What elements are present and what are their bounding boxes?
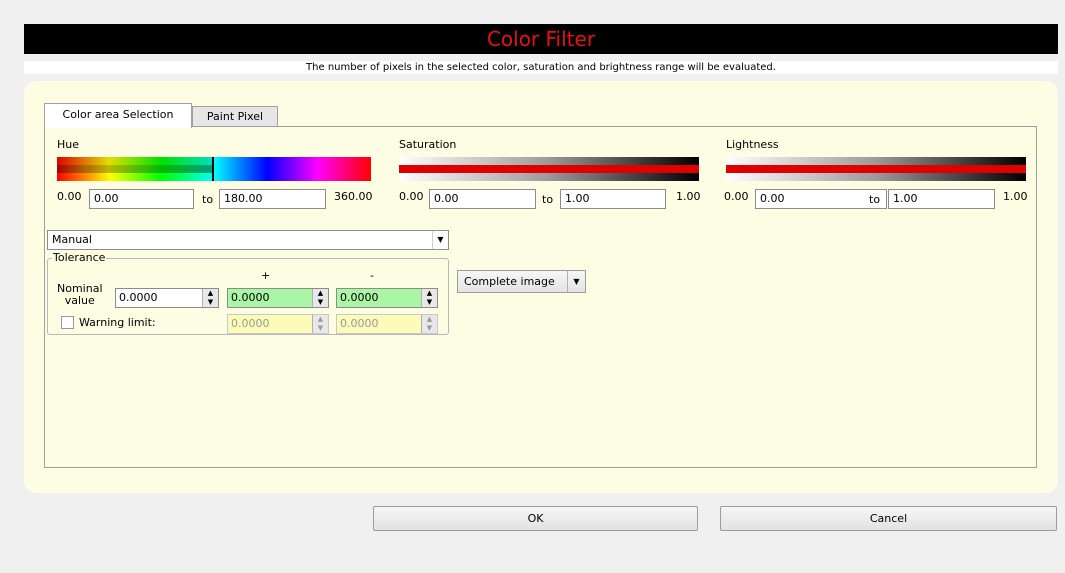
saturation-min-label: 0.00 [399,190,424,203]
warning-minus-spinner[interactable]: 0.0000 ▲ ▼ [336,314,438,334]
spinner-arrows-icon[interactable]: ▲ ▼ [312,289,328,307]
main-panel: Color area Selection Paint Pixel Hue 0.0… [24,81,1058,493]
tolerance-title: Tolerance [52,251,107,264]
chevron-down-icon[interactable]: ▼ [567,271,585,292]
saturation-to-label: to [542,193,554,206]
lightness-selected-range [726,165,1026,173]
hue-to-input[interactable]: 180.00 [219,189,326,209]
ok-button[interactable]: OK [373,506,698,531]
hue-range-marker[interactable] [212,157,214,181]
spinner-arrows-icon[interactable]: ▲ ▼ [312,315,328,333]
mode-select-value: Manual [52,233,92,246]
saturation-range-bar[interactable] [399,157,699,181]
spinner-arrows-icon[interactable]: ▲ ▼ [202,289,218,307]
lightness-max-label: 1.00 [1003,190,1028,203]
tab-color-area-selection[interactable]: Color area Selection [44,103,192,128]
tolerance-minus-header: - [370,269,374,282]
lightness-from-input[interactable]: 0.00 [755,189,887,209]
lightness-min-label: 0.00 [724,190,749,203]
cancel-button[interactable]: Cancel [720,506,1057,531]
tolerance-group: Tolerance + - Nominal value 0.0000 ▲ ▼ 0.… [47,251,449,335]
hue-min-label: 0.00 [57,190,82,203]
warning-limit-checkbox[interactable] [61,316,74,329]
spinner-arrows-icon[interactable]: ▲ ▼ [421,289,437,307]
chevron-down-icon[interactable]: ▼ [432,231,448,249]
nominal-value-spinner[interactable]: 0.0000 ▲ ▼ [115,288,219,308]
tolerance-plus-header: + [261,269,271,282]
warning-plus-spinner[interactable]: 0.0000 ▲ ▼ [227,314,329,334]
lightness-range-bar[interactable] [726,157,1026,181]
lightness-to-input[interactable]: 1.00 [888,189,995,209]
saturation-from-input[interactable]: 0.00 [429,189,536,209]
tab-paint-pixel[interactable]: Paint Pixel [192,106,278,127]
tolerance-plus-spinner[interactable]: 0.0000 ▲ ▼ [227,288,329,308]
hue-max-label: 360.00 [334,190,373,203]
saturation-to-input[interactable]: 1.00 [560,189,666,209]
saturation-max-label: 1.00 [676,190,701,203]
hue-range-bar[interactable] [57,157,371,181]
region-dropdown-value: Complete image [464,275,555,288]
saturation-selected-range [399,165,699,173]
tolerance-minus-spinner[interactable]: 0.0000 ▲ ▼ [336,288,438,308]
hue-label: Hue [57,138,80,151]
hue-to-label: to [202,193,214,206]
warning-limit-label: Warning limit: [79,316,156,329]
region-dropdown[interactable]: Complete image ▼ [457,270,586,293]
saturation-label: Saturation [399,138,457,151]
hue-from-input[interactable]: 0.00 [89,189,194,209]
spinner-arrows-icon[interactable]: ▲ ▼ [421,315,437,333]
nominal-value-label: Nominal value [57,282,103,307]
tab-content: Hue 0.00 0.00 to 180.00 360.00 Saturatio… [44,126,1037,468]
dialog-subtitle: The number of pixels in the selected col… [24,61,1058,74]
mode-select[interactable]: Manual ▼ [47,230,449,250]
dialog-title: Color Filter [24,24,1058,54]
lightness-label: Lightness [726,138,779,151]
lightness-to-label: to [869,193,881,206]
